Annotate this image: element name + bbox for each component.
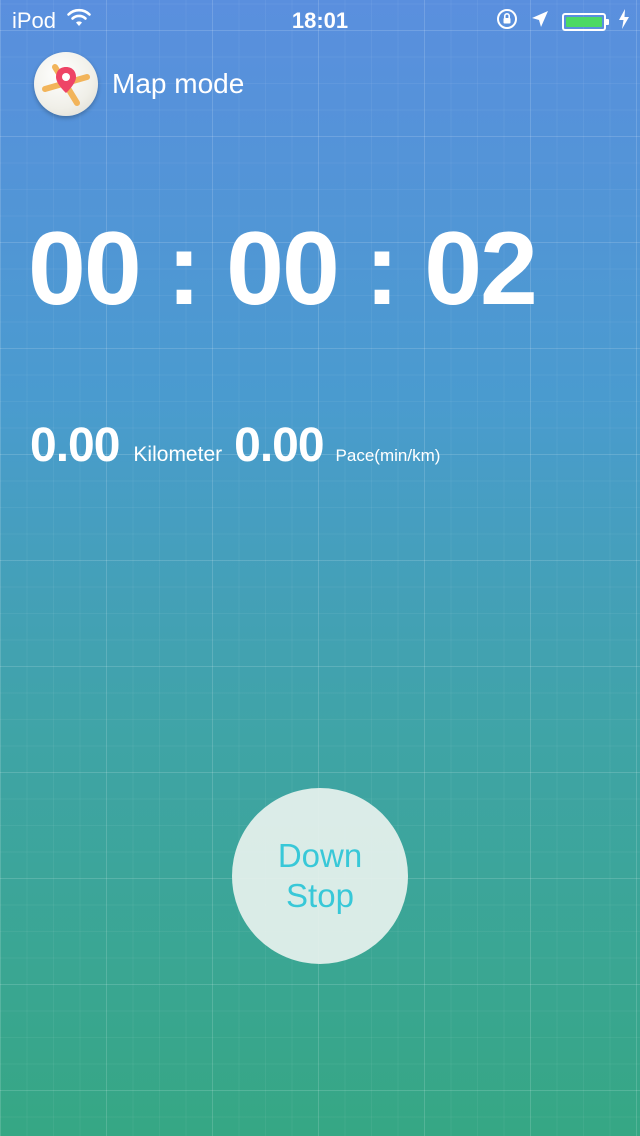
pace-value: 0.00: [234, 419, 324, 472]
button-label-line2: Stop: [286, 877, 354, 914]
battery-fill: [566, 17, 602, 27]
battery-icon: [562, 13, 609, 31]
charging-bolt-icon: [618, 9, 630, 35]
distance-value: 0.00: [30, 419, 120, 472]
map-mode-label[interactable]: Map mode: [112, 68, 244, 100]
location-arrow-icon: [530, 9, 550, 35]
elapsed-timer: 00 : 00 : 02: [28, 211, 538, 327]
button-label-line1: Down: [277, 837, 363, 874]
pace-unit: Pace(min/km): [335, 446, 441, 465]
status-right: [496, 8, 630, 36]
distance-unit: Kilometer: [133, 443, 223, 466]
down-stop-button[interactable]: Down Stop: [232, 788, 408, 964]
map-mode-button[interactable]: Map mode: [34, 52, 244, 116]
orientation-lock-icon: [496, 8, 518, 36]
stats-row: 0.00 Kilometer 0.00 Pace(min/km): [30, 418, 440, 473]
map-pin-icon[interactable]: [34, 52, 98, 116]
status-bar: iPod 18:01: [0, 0, 640, 40]
